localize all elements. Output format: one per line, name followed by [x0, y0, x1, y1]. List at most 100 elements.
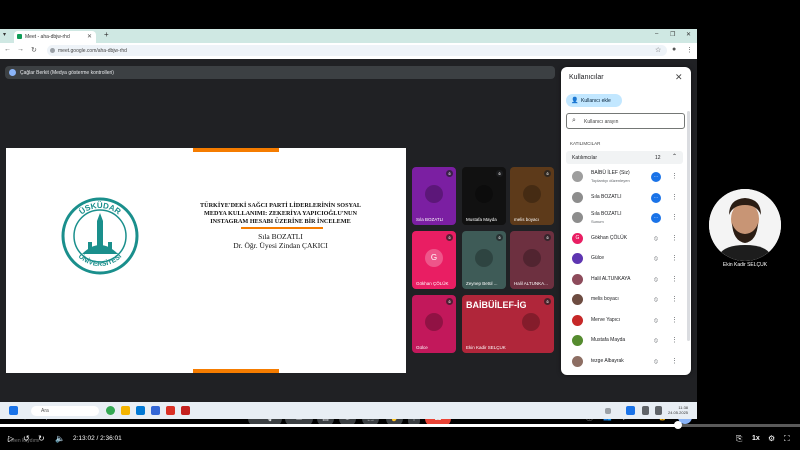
mic-off-icon[interactable]: ⦸: [651, 295, 661, 305]
participant-more-icon[interactable]: ⋮: [671, 336, 678, 344]
site-info-icon[interactable]: [50, 48, 55, 53]
participant-avatar: [572, 212, 583, 223]
participant-name: Halil ALTUNKAYA: [591, 275, 631, 282]
mic-off-icon[interactable]: ⦸: [651, 254, 661, 264]
forward-icon[interactable]: ↻: [38, 434, 45, 443]
participant-tile[interactable]: ⦸ Zeynep Betül ...: [462, 231, 506, 289]
participant-row[interactable]: Sıla BOZATLI ⋯ ⋮: [566, 188, 683, 208]
tab-close-icon[interactable]: ✕: [87, 33, 92, 40]
participant-tile[interactable]: G ⦸ Gökhan ÇÖLÜK: [412, 231, 456, 289]
tile-name: melis boyacı: [514, 217, 540, 222]
participant-row[interactable]: Mustafa Mayda ⦸ ⋮: [566, 331, 683, 351]
participant-more-icon[interactable]: ⋮: [671, 316, 678, 324]
participant-row[interactable]: melis boyacı ⦸ ⋮: [566, 290, 683, 310]
maximize-icon[interactable]: ❐: [670, 31, 675, 38]
participant-tile[interactable]: ⦸ melis boyacı: [510, 167, 554, 225]
tile-avatar: [522, 313, 540, 331]
participant-tile[interactable]: ⦸ Gülce: [412, 295, 456, 353]
volume-player-icon[interactable]: 🔈: [55, 434, 65, 443]
play-icon[interactable]: ▷: [8, 434, 14, 443]
participant-tile[interactable]: ⦸ Mustafa Mayda: [462, 167, 506, 225]
mic-off-icon[interactable]: ⦸: [651, 316, 661, 326]
windows-start-icon[interactable]: [9, 406, 18, 415]
tile-avatar: [475, 249, 493, 267]
tab-bar: ▾ Meet - aha-dbjw-rhd ✕ + – ❐ ✕: [0, 29, 697, 43]
volume-icon[interactable]: [655, 406, 662, 415]
settings-gear-icon[interactable]: ⚙: [768, 434, 775, 443]
presenter-banner[interactable]: Çağlar Berkit (Medya gösterme kontroller…: [5, 66, 555, 79]
tray-chevron-icon[interactable]: [605, 408, 611, 414]
tray-app-icon[interactable]: [626, 406, 635, 415]
bookmark-star-icon[interactable]: ☆: [655, 46, 661, 54]
participant-tile[interactable]: ⦸ Halil ALTUNKA...: [510, 231, 554, 289]
url-text: meet.google.com/aha-dbjw-rhd: [58, 48, 127, 54]
participant-row[interactable]: Gülce ⦸ ⋮: [566, 249, 683, 269]
participant-more-icon[interactable]: ⋮: [671, 213, 678, 221]
fullscreen-icon[interactable]: ⛶: [784, 434, 790, 444]
mic-off-icon[interactable]: ⦸: [651, 275, 661, 285]
explorer-taskbar-icon[interactable]: [121, 406, 130, 415]
tab-meet[interactable]: Meet - aha-dbjw-rhd ✕: [14, 31, 96, 43]
participant-more-icon[interactable]: ⋮: [671, 193, 678, 201]
back-icon[interactable]: ←: [4, 46, 11, 53]
add-people-button[interactable]: 👤 Kullanıcı ekle: [566, 94, 622, 107]
participant-more-icon[interactable]: ⋮: [671, 234, 678, 242]
participant-avatar: [572, 273, 583, 285]
slide-bottom-accent: [193, 369, 279, 373]
new-tab-icon[interactable]: +: [104, 30, 109, 39]
taskbar-clock[interactable]: 11:38 24.05.2025: [668, 405, 688, 415]
chevron-up-icon[interactable]: ⌃: [672, 153, 677, 160]
tile-name: Gülce: [416, 345, 428, 350]
profile-icon[interactable]: ●: [672, 46, 676, 53]
participants-group-header[interactable]: Katılımcılar 12 ⌃: [566, 151, 683, 164]
tile-avatar: [425, 185, 443, 203]
taskbar-search[interactable]: Ara: [31, 406, 99, 416]
mic-off-icon[interactable]: ⦸: [651, 234, 661, 244]
participant-more-icon[interactable]: ⋮: [671, 357, 678, 365]
video-progress-handle[interactable]: [674, 421, 682, 429]
mic-off-icon[interactable]: ⦸: [651, 357, 661, 367]
store-taskbar-icon[interactable]: [136, 406, 145, 415]
tile-avatar: [523, 185, 541, 203]
participant-avatar: [572, 294, 583, 305]
mail-taskbar-icon[interactable]: [181, 406, 190, 415]
minimize-icon[interactable]: –: [655, 31, 658, 37]
participant-more-icon[interactable]: ⋮: [671, 172, 678, 180]
app-taskbar-icon[interactable]: [166, 406, 175, 415]
audio-active-icon[interactable]: ⋯: [651, 192, 661, 203]
panel-close-icon[interactable]: ✕: [675, 72, 683, 83]
panel-scrollbar[interactable]: [687, 111, 690, 341]
participant-row[interactable]: Sıla BOZATLI Sunum ⋯ ⋮: [566, 208, 683, 228]
chrome-taskbar-icon[interactable]: [106, 406, 115, 415]
close-window-icon[interactable]: ✕: [686, 31, 691, 38]
participant-more-icon[interactable]: ⋮: [671, 275, 678, 283]
playback-time: 2:13:02 / 2:36:01: [73, 435, 122, 442]
participant-row[interactable]: Halil ALTUNKAYA ⦸ ⋮: [566, 270, 683, 290]
forward-icon[interactable]: →: [17, 46, 24, 53]
participant-row[interactable]: Merve Yapıcı ⦸ ⋮: [566, 311, 683, 331]
wifi-icon[interactable]: [642, 406, 649, 415]
rewind-icon[interactable]: ↺: [23, 434, 30, 443]
mic-off-icon[interactable]: ⦸: [651, 336, 661, 346]
menu-dots-icon[interactable]: ⋮: [686, 46, 693, 54]
participant-more-icon[interactable]: ⋮: [671, 295, 678, 303]
reload-icon[interactable]: ↻: [31, 46, 37, 54]
captions-player-icon[interactable]: ⎘: [736, 434, 742, 444]
participant-tile[interactable]: ⦸ Sıla BOZATLI: [412, 167, 456, 225]
tile-name: Halil ALTUNKA...: [514, 281, 548, 286]
tab-search-icon[interactable]: ▾: [3, 31, 6, 38]
word-taskbar-icon[interactable]: [151, 406, 160, 415]
audio-active-icon[interactable]: ⋯: [651, 172, 661, 182]
taskbar-search-label: Ara: [41, 408, 49, 414]
people-search-input[interactable]: ⌕ Kullanıcı arayın: [566, 113, 685, 129]
slide-title: TÜRKİYE'DEKİ SAĞCI PARTİ LİDERLERİNİN SO…: [199, 202, 362, 225]
participant-more-icon[interactable]: ⋮: [671, 254, 678, 262]
participant-row[interactable]: G Gökhan ÇÖLÜK ⦸ ⋮: [566, 229, 683, 249]
url-field[interactable]: meet.google.com/aha-dbjw-rhd: [47, 45, 667, 56]
participant-row[interactable]: BAİBÜ İLEF (Siz) Toplantıyı düzenleyen ⋯ ⋮: [566, 167, 683, 187]
participant-tile[interactable]: BAİBÜİLEF-İG ⦸ Ekin Kadir SELÇUK: [462, 295, 554, 353]
speed-button[interactable]: 1x: [752, 435, 760, 442]
audio-active-icon[interactable]: ⋯: [651, 213, 661, 223]
participant-row[interactable]: tezge Albayrak ⦸ ⋮: [566, 352, 683, 372]
participant-avatar: [572, 314, 583, 326]
